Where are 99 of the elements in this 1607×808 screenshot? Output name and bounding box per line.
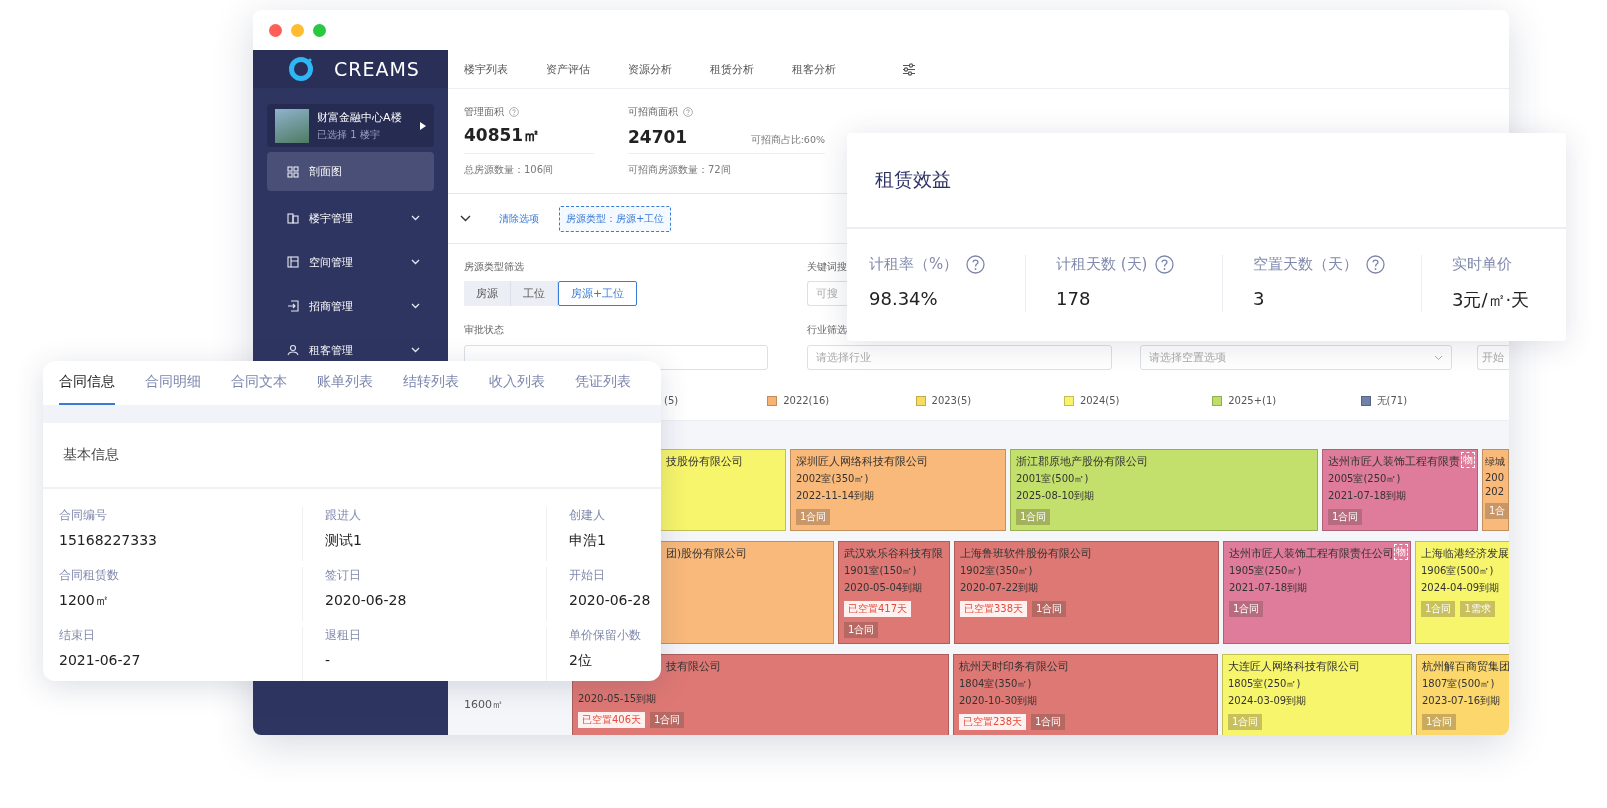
ring-logo-icon	[288, 56, 314, 82]
help-icon[interactable]	[683, 107, 693, 117]
sidebar-item[interactable]: 空间管理	[267, 240, 434, 284]
field-label: 结束日	[59, 627, 95, 644]
field-label: 创建人	[569, 507, 605, 524]
field-value: 2位	[569, 652, 592, 670]
metric-label: 计租天数 (天)	[1056, 255, 1148, 274]
field-label: 签订日	[325, 567, 361, 584]
menu-icon	[287, 344, 299, 356]
unit-block[interactable]: 达州市匠人装饰工程有限责 2005室(250㎡) 2021-07-18到期 1合同 物	[1322, 449, 1478, 531]
field-value: 1200㎡	[59, 592, 109, 610]
stat-subtext: 可招商房源数量：72间	[628, 163, 731, 177]
nav-tab[interactable]: 租客分析	[792, 61, 836, 77]
legend-label: 2023(5)	[931, 395, 972, 406]
field-value: 2020-06-28	[569, 592, 651, 608]
metric-label: 计租率（%）	[869, 255, 959, 274]
menu-icon	[287, 300, 299, 312]
clear-options-link[interactable]: 清除选项	[499, 211, 539, 226]
property-badge: 物	[1461, 452, 1475, 468]
stat-label: 管理面积	[464, 105, 504, 119]
field-value: -	[325, 652, 331, 668]
unit-block[interactable]: 大连匠人网络科技有限公司 1805室(250㎡) 2024-03-09到期 1合同	[1222, 654, 1412, 735]
unit-block[interactable]: 杭州解百商贸集团 1807室(500㎡) 2023-07-16到期 1合同	[1416, 654, 1509, 735]
metric-value: 3元/㎡·天	[1452, 288, 1530, 312]
field-label: 合同编号	[59, 507, 107, 524]
window-control[interactable]	[291, 23, 304, 37]
filter-label: 行业筛选	[807, 323, 847, 337]
unit-block[interactable]: 上海鲁班软件股份有限公司 1902室(350㎡) 2020-07-22到期 已空置338天 1合同	[954, 541, 1219, 644]
caret-right-icon	[420, 121, 426, 130]
unit-block[interactable]: 达州市匠人装饰工程有限责任公司 1905室(250㎡) 2021-07-18到期 1合同 物	[1223, 541, 1411, 644]
sidebar-item[interactable]: 招商管理	[267, 284, 434, 328]
stat-note: 可招商占比:60%	[750, 134, 825, 147]
stat-value: 24701	[628, 127, 688, 147]
chevron-down-icon[interactable]	[460, 215, 471, 222]
unit-block[interactable]: 浙江郡原地产股份有限公司 2001室(500㎡) 2025-08-10到期 1合同	[1010, 449, 1318, 531]
nav-tab[interactable]: 租赁分析	[710, 61, 754, 77]
chevron-down-icon	[1434, 354, 1443, 361]
unit-block[interactable]: 杭州天时印务有限公司 1804室(350㎡) 2020-10-30到期 已空置238天 1合同	[953, 654, 1218, 735]
metric-value: 3	[1253, 288, 1265, 309]
tab[interactable]: 合同明细	[145, 361, 201, 405]
menu-icon	[287, 256, 299, 268]
field-value: 2021-06-27	[59, 652, 141, 668]
building-subtitle: 已选择 1 楼宇	[317, 127, 380, 142]
metric-value: 178	[1056, 288, 1091, 309]
sidebar-item[interactable]: 楼宇管理	[267, 196, 434, 240]
stat-label: 可招商面积	[628, 105, 678, 119]
section-title: 基本信息	[63, 446, 119, 464]
nav-tab[interactable]: 资源分析	[628, 61, 672, 77]
filter-label: 关键词搜	[807, 260, 847, 274]
window-control[interactable]	[269, 23, 282, 37]
help-icon[interactable]	[1155, 255, 1175, 274]
metric-label: 空置天数（天）	[1253, 255, 1358, 274]
card-title: 租赁效益	[875, 167, 951, 192]
legend-label: 2024(5)	[1079, 395, 1120, 406]
field-value: 测试1	[325, 532, 362, 550]
segment-option[interactable]: 工位	[511, 281, 558, 306]
filter-chip[interactable]: 房源类型：房源+工位	[559, 205, 672, 232]
legend-label: (5)	[664, 395, 679, 406]
metric-value: 98.34%	[869, 288, 938, 309]
menu-icon	[287, 165, 299, 178]
legend-label: 2025+(1)	[1228, 395, 1277, 406]
input-field[interactable]: 请选择行业	[807, 345, 1112, 370]
field-label: 合同租赁数	[59, 567, 119, 584]
building-selector[interactable]: 财富金融中心A楼 已选择 1 楼宇	[267, 104, 434, 147]
segment-option[interactable]: 房源	[464, 281, 511, 306]
menu-icon	[287, 212, 299, 224]
stat-subtext: 总房源数量：106间	[464, 163, 554, 177]
legend-label: 2022(16)	[783, 395, 830, 406]
property-badge: 物	[1394, 544, 1408, 560]
filter-label: 房源类型筛选	[464, 260, 524, 274]
metric-label: 实时单价	[1452, 255, 1512, 274]
nav-tab[interactable]: 楼宇列表	[464, 61, 508, 77]
help-icon[interactable]	[966, 255, 986, 274]
unit-block[interactable]: 深圳匠人网络科技有限公司 2002室(350㎡) 2022-11-14到期 1合同	[790, 449, 1006, 531]
field-label: 开始日	[569, 567, 605, 584]
field-label: 单价保留小数	[569, 627, 641, 644]
field-label: 跟进人	[325, 507, 361, 524]
field-value: 2020-06-28	[325, 592, 407, 608]
unit-block[interactable]: 绿城 200 202 1合	[1482, 449, 1509, 531]
window-control[interactable]	[313, 23, 326, 37]
unit-block[interactable]: 武汉欢乐谷科技有限 1901室(150㎡) 2020-05-04到期 已空置417天 1合同	[838, 541, 950, 644]
stat-value: 40851㎡	[464, 124, 541, 147]
help-icon[interactable]	[1366, 255, 1385, 274]
nav-tab[interactable]: 资产评估	[546, 61, 590, 77]
logo-text: CREAMS	[334, 58, 420, 80]
sidebar-item[interactable]: 剖面图	[267, 152, 434, 191]
building-name: 财富金融中心A楼	[317, 109, 402, 125]
field-label: 退租日	[325, 627, 361, 644]
floor-area: 1600㎡	[464, 697, 503, 712]
segment-option[interactable]: 房源+工位	[558, 281, 638, 306]
field-value: 15168227333	[59, 532, 157, 548]
tab[interactable]: 凭证列表	[575, 361, 631, 405]
tab[interactable]: 收入列表	[489, 361, 545, 405]
filter-label: 审批状态	[464, 323, 504, 337]
legend-label: 无(71)	[1376, 393, 1408, 408]
help-icon[interactable]	[509, 107, 519, 117]
sliders-icon[interactable]	[902, 62, 916, 76]
unit-block[interactable]: 上海临港经济发展 1906室(500㎡) 2024-04-09到期 1合同 1需求	[1415, 541, 1509, 644]
photo-placeholder	[275, 108, 309, 143]
